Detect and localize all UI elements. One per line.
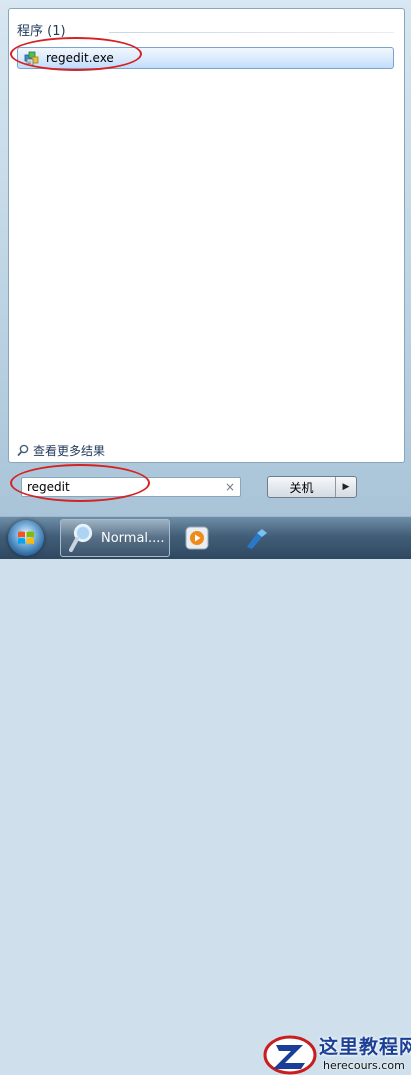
media-player-icon[interactable] <box>184 525 210 551</box>
magnifier-icon <box>69 523 93 552</box>
result-item-regedit[interactable]: regedit.exe <box>17 47 394 69</box>
watermark-title: 这里教程网 <box>319 1036 411 1058</box>
windows-logo-icon <box>18 531 34 544</box>
clear-search-icon[interactable]: × <box>223 480 237 494</box>
tray-app-icon[interactable] <box>244 527 270 551</box>
see-more-results-link[interactable]: 查看更多结果 <box>17 441 105 459</box>
result-item-label: regedit.exe <box>46 51 114 65</box>
group-divider <box>109 32 394 33</box>
taskbar-button-active-window[interactable]: Normal.... <box>60 519 170 557</box>
magnifier-icon <box>17 444 29 456</box>
start-menu: 程序 (1) regedit.exe 查看更多结果 × 关机 ▶ <box>0 0 411 516</box>
start-search-box[interactable]: × <box>21 477 241 497</box>
shutdown-control: 关机 ▶ <box>267 476 357 498</box>
taskbar-button-label: Normal.... <box>101 530 165 546</box>
watermark-logo-icon <box>263 1035 317 1075</box>
taskbar: Normal.... 这里教程网 herecours.com <box>0 516 411 1075</box>
see-more-label: 查看更多结果 <box>33 443 106 458</box>
watermark: 这里教程网 herecours.com <box>263 1031 411 1075</box>
search-results-panel: 程序 (1) regedit.exe 查看更多结果 <box>8 8 405 463</box>
search-input[interactable] <box>22 479 223 495</box>
results-group-header: 程序 (1) <box>17 24 66 39</box>
shutdown-options-arrow-icon[interactable]: ▶ <box>335 477 356 497</box>
shutdown-button[interactable]: 关机 <box>268 477 335 497</box>
start-button[interactable] <box>8 520 44 556</box>
watermark-url: herecours.com <box>323 1059 405 1072</box>
regedit-icon <box>24 51 39 66</box>
